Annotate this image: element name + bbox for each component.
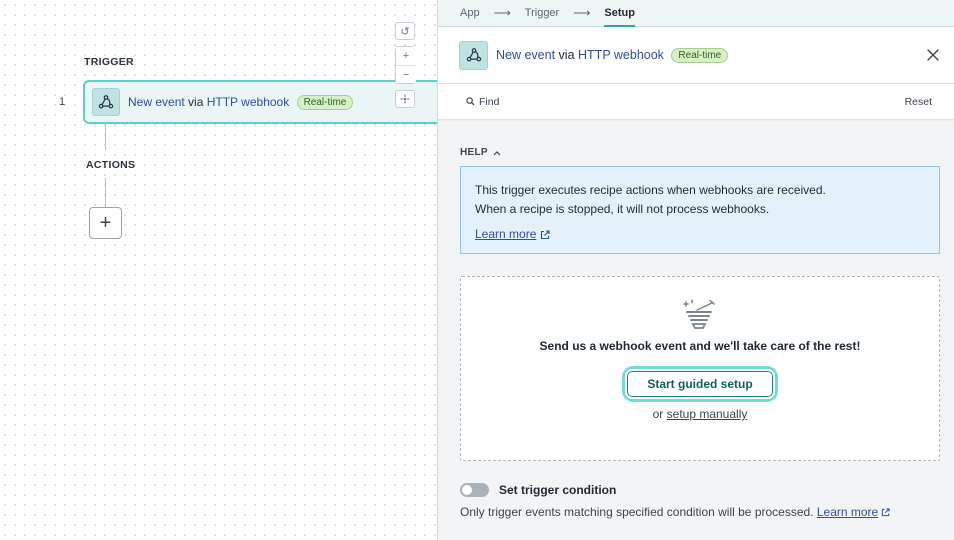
search-icon bbox=[466, 97, 475, 106]
start-guided-setup-button[interactable]: Start guided setup bbox=[625, 369, 775, 399]
condition-learn-more-label: Learn more bbox=[816, 505, 879, 519]
webhook-icon bbox=[92, 88, 120, 116]
step-number: 1 bbox=[59, 96, 66, 108]
manual-setup-line: or setup manually bbox=[653, 407, 748, 421]
trigger-condition-description: Only trigger events matching specified c… bbox=[460, 505, 940, 519]
condition-description-text: Only trigger events matching specified c… bbox=[460, 505, 814, 519]
close-button[interactable] bbox=[925, 47, 941, 63]
trigger-condition-row: Set trigger condition bbox=[460, 483, 940, 497]
guided-message: Send us a webhook event and we'll take c… bbox=[539, 339, 861, 353]
help-toggle[interactable]: HELP bbox=[460, 147, 940, 158]
trigger-app-name: HTTP webhook bbox=[206, 94, 290, 109]
or-text: or bbox=[652, 407, 664, 421]
zoom-in-icon: + bbox=[402, 50, 410, 62]
trigger-step-card[interactable]: New event via HTTP webhook Real-time bbox=[83, 80, 437, 124]
zoom-out-icon: − bbox=[402, 68, 410, 81]
panel-toolbar: Find Reset bbox=[438, 84, 954, 120]
header-event-name: New event bbox=[496, 47, 556, 62]
webhook-icon bbox=[459, 40, 488, 70]
help-learn-more-link[interactable]: Learn more bbox=[475, 225, 550, 244]
condition-learn-more-link[interactable]: Learn more bbox=[817, 505, 890, 519]
external-link-icon bbox=[882, 507, 890, 516]
connector-line bbox=[105, 178, 106, 207]
zoom-group: + − bbox=[395, 46, 416, 84]
trigger-condition-toggle[interactable] bbox=[460, 483, 489, 497]
actions-section-label: ACTIONS bbox=[86, 159, 136, 171]
zoom-in-button[interactable]: + bbox=[396, 47, 416, 65]
guided-setup-box: Send us a webhook event and we'll take c… bbox=[460, 276, 940, 461]
panel-header: New event via HTTP webhook Real-time bbox=[438, 27, 954, 84]
magic-wand-icon bbox=[683, 299, 715, 329]
recipe-canvas: TRIGGER 1 New event via HTTP webhook Rea… bbox=[0, 0, 437, 540]
help-label: HELP bbox=[460, 147, 488, 158]
setup-manually-link[interactable]: setup manually bbox=[667, 407, 748, 421]
reset-view-button[interactable]: ↺ bbox=[395, 22, 415, 40]
help-box: This trigger executes recipe actions whe… bbox=[460, 166, 940, 254]
find-button[interactable]: Find bbox=[466, 96, 499, 108]
trigger-section-label: TRIGGER bbox=[84, 56, 134, 68]
trigger-event-name: New event bbox=[128, 94, 185, 109]
panel-title: New event via HTTP webhook Real-time bbox=[496, 47, 729, 63]
external-link-icon bbox=[541, 229, 550, 239]
zoom-controls: ↺ + − bbox=[395, 22, 416, 108]
breadcrumb-trigger[interactable]: Trigger bbox=[525, 7, 559, 19]
fit-view-button[interactable] bbox=[395, 90, 415, 108]
header-via-text: via bbox=[558, 47, 575, 62]
help-learn-more-label: Learn more bbox=[475, 227, 537, 241]
help-line-2: When a recipe is stopped, it will not pr… bbox=[475, 202, 770, 216]
breadcrumb: App ⟶ Trigger ⟶ Setup bbox=[438, 0, 954, 27]
plus-icon: + bbox=[99, 212, 112, 234]
chevron-up-icon bbox=[493, 150, 501, 155]
breadcrumb-app[interactable]: App bbox=[460, 7, 480, 19]
undo-icon: ↺ bbox=[400, 25, 410, 38]
trigger-condition-label: Set trigger condition bbox=[499, 483, 617, 497]
arrow-right-icon: ⟶ bbox=[573, 6, 591, 20]
arrow-right-icon: ⟶ bbox=[493, 6, 511, 20]
close-icon bbox=[927, 49, 939, 61]
add-step-button[interactable]: + bbox=[89, 207, 122, 239]
panel-content: HELP This trigger executes recipe action… bbox=[438, 147, 954, 519]
connector-line bbox=[105, 124, 106, 150]
trigger-card-title: New event via HTTP webhook Real-time bbox=[128, 94, 354, 110]
find-label: Find bbox=[479, 95, 500, 108]
realtime-badge: Real-time bbox=[671, 47, 729, 63]
header-app-name: HTTP webhook bbox=[578, 47, 664, 62]
realtime-badge: Real-time bbox=[296, 94, 354, 110]
breadcrumb-setup[interactable]: Setup bbox=[604, 7, 635, 27]
fit-view-icon bbox=[400, 94, 410, 104]
step-config-panel: App ⟶ Trigger ⟶ Setup New event via HTTP… bbox=[437, 0, 954, 540]
help-line-1: This trigger executes recipe actions whe… bbox=[475, 183, 826, 197]
zoom-out-button[interactable]: − bbox=[396, 65, 416, 83]
reset-button[interactable]: Reset bbox=[905, 96, 932, 108]
trigger-via-text: via bbox=[188, 94, 204, 109]
guided-button-focus-ring: Start guided setup bbox=[622, 366, 778, 402]
